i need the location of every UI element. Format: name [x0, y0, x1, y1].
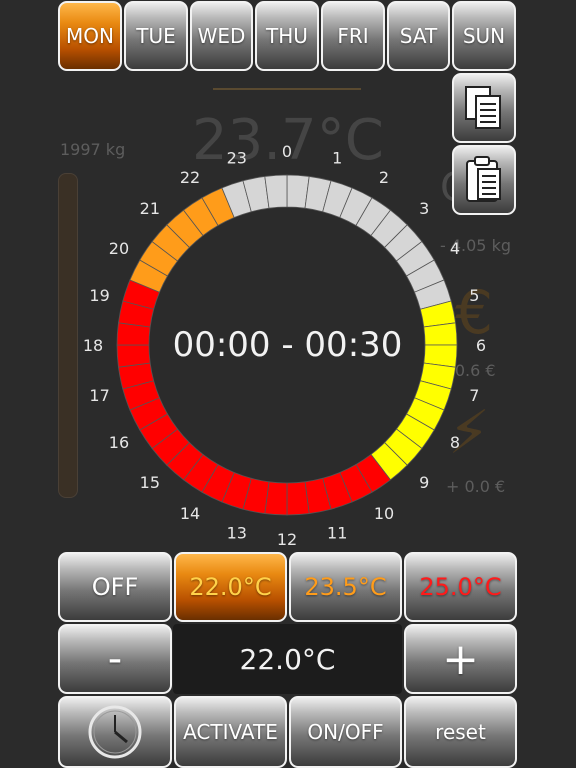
- hour-label: 13: [227, 523, 247, 542]
- hour-label: 6: [476, 336, 486, 355]
- hour-label: 15: [140, 473, 160, 492]
- hour-label: 5: [469, 286, 479, 305]
- hour-label: 4: [450, 239, 460, 258]
- reset-button[interactable]: reset: [404, 696, 517, 768]
- dial-segment[interactable]: [286, 481, 310, 516]
- preset-low-button[interactable]: 22.0°C: [174, 552, 287, 622]
- hour-label: 1: [332, 149, 342, 168]
- clock-icon: [88, 705, 142, 759]
- hour-label: 23: [227, 149, 247, 168]
- hour-label: 0: [282, 142, 292, 161]
- hour-label: 22: [180, 168, 200, 187]
- hour-label: 8: [450, 433, 460, 452]
- hour-label: 17: [89, 386, 109, 405]
- schedule-dial[interactable]: 0 1234567891011121314151617181920212223: [0, 0, 576, 560]
- preset-high-button[interactable]: 25.0°C: [404, 552, 517, 622]
- hour-label: 12: [277, 530, 297, 549]
- hour-label: 10: [374, 504, 394, 523]
- hour-label: 16: [109, 433, 129, 452]
- hour-label: 9: [419, 473, 429, 492]
- increase-button[interactable]: +: [404, 624, 517, 694]
- decrease-button[interactable]: -: [58, 624, 172, 694]
- hour-label: 2: [379, 168, 389, 187]
- preset-mid-button[interactable]: 23.5°C: [289, 552, 402, 622]
- hour-label: 19: [89, 286, 109, 305]
- selected-time-range: 00:00 - 00:30: [172, 325, 403, 365]
- hour-label: 20: [109, 239, 129, 258]
- activate-button[interactable]: ACTIVATE: [174, 696, 287, 768]
- current-temperature-display: 22.0°C: [173, 624, 402, 694]
- on-off-button[interactable]: ON/OFF: [289, 696, 402, 768]
- hour-label: 11: [327, 523, 347, 542]
- hour-label: 7: [469, 386, 479, 405]
- preset-off-button[interactable]: OFF: [58, 552, 172, 622]
- hour-label: 18: [83, 336, 103, 355]
- dial-segment[interactable]: [264, 174, 288, 209]
- hour-label: 3: [419, 199, 429, 218]
- hour-label: 14: [180, 504, 200, 523]
- hour-label: 21: [140, 199, 160, 218]
- clock-button[interactable]: [58, 696, 172, 768]
